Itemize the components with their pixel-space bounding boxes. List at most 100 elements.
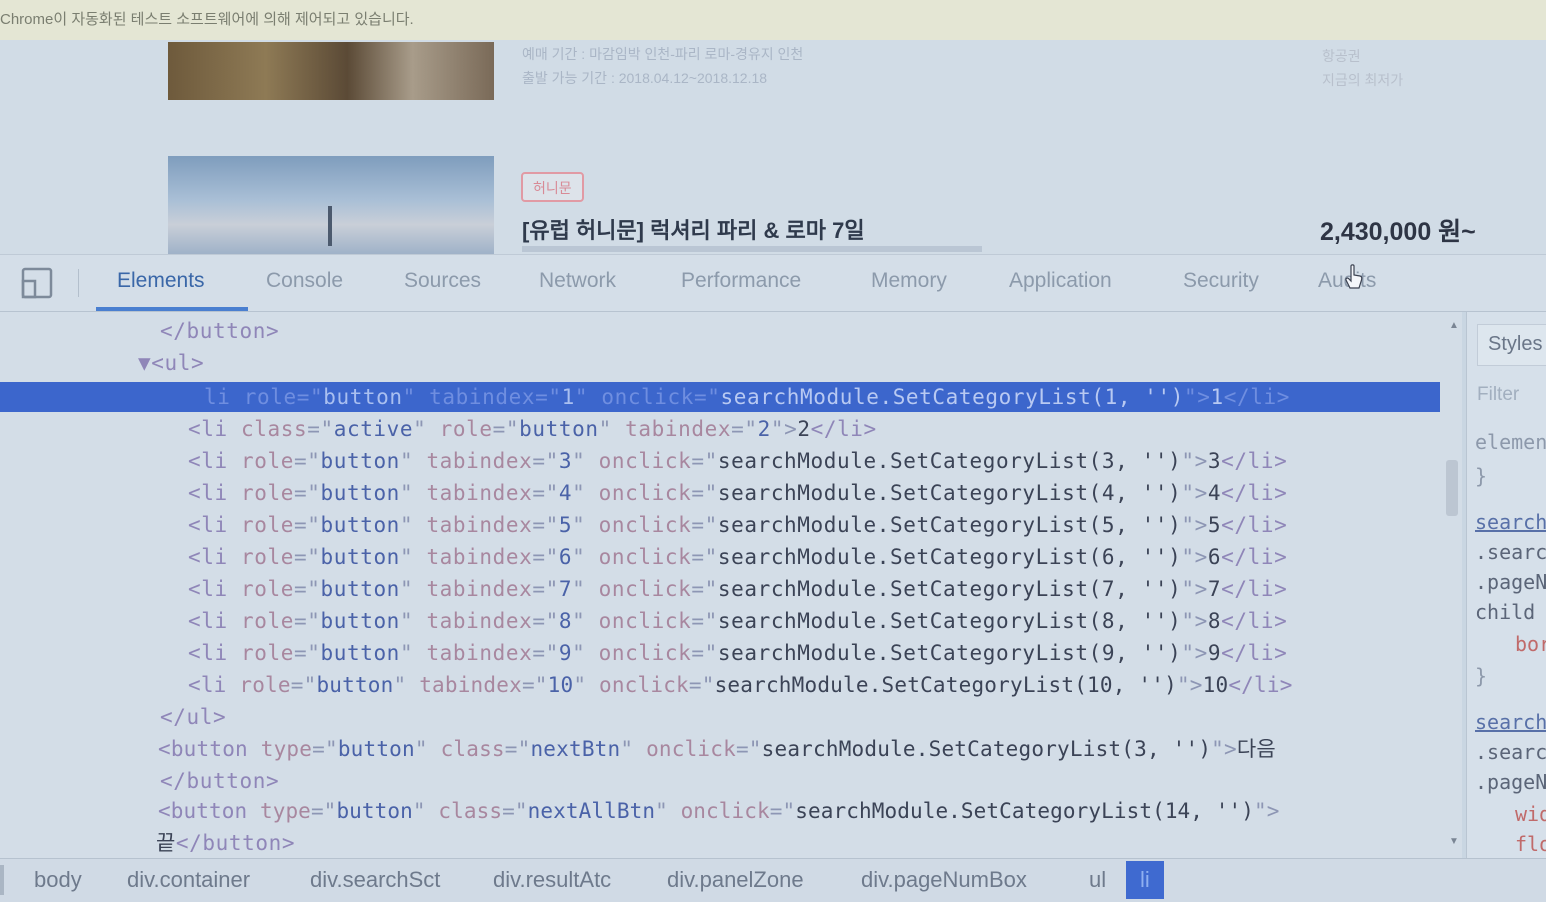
dom-attr-value: button bbox=[320, 513, 400, 537]
tab-styles[interactable]: Styles bbox=[1477, 324, 1546, 366]
dom-attr-value: button bbox=[336, 799, 413, 823]
elements-dom-tree[interactable]: </button> ▼<ul> li role="button" tabinde… bbox=[0, 312, 1462, 858]
tab-network[interactable]: Network bbox=[539, 269, 616, 293]
tab-performance[interactable]: Performance bbox=[681, 269, 801, 293]
faded-text-line bbox=[522, 246, 982, 252]
dom-attr-value: button bbox=[320, 545, 400, 569]
dom-line[interactable]: <li role="button" tabindex="6" onclick="… bbox=[188, 542, 1287, 572]
dom-line[interactable]: 끝</button> bbox=[156, 828, 295, 858]
style-selector: .searchSct bbox=[1475, 540, 1546, 564]
dom-attr-value: 4 bbox=[558, 481, 573, 505]
breadcrumb-panelzone[interactable]: div.panelZone bbox=[667, 867, 804, 893]
breadcrumb-ul[interactable]: ul bbox=[1089, 867, 1106, 893]
breadcrumb-body[interactable]: body bbox=[34, 867, 82, 893]
dom-text: </button> bbox=[175, 831, 296, 855]
dom-tag: " tabindex=" bbox=[402, 385, 562, 409]
dom-line-selected[interactable]: li role="button" tabindex="1" onclick="s… bbox=[0, 382, 1440, 412]
product-title[interactable]: [유럽 허니문] 럭셔리 파리 & 로마 7일 bbox=[522, 213, 865, 245]
tab-application[interactable]: Application bbox=[1009, 269, 1112, 293]
dom-attr-value: 1 bbox=[561, 385, 575, 409]
dom-attr-value: nextBtn bbox=[530, 737, 621, 761]
dom-attr-value: button bbox=[320, 609, 400, 633]
dom-line[interactable]: <li role="button" tabindex="5" onclick="… bbox=[188, 510, 1287, 540]
breadcrumb-resultatc[interactable]: div.resultAtc bbox=[493, 867, 611, 893]
breadcrumb-li-active[interactable]: li bbox=[1126, 861, 1164, 899]
product-1-meta-line2: 출발 가능 기간 : 2018.04.12~2018.12.18 bbox=[522, 70, 768, 86]
dom-content: 끝 bbox=[156, 831, 176, 855]
style-selector: .pageNum bbox=[1475, 770, 1546, 794]
dom-attr-value: 9 bbox=[558, 641, 573, 665]
honeymoon-badge: 허니문 bbox=[521, 172, 584, 202]
style-property[interactable]: width bbox=[1515, 802, 1546, 826]
breadcrumb-container[interactable]: div.container bbox=[127, 867, 250, 893]
product-thumbnail-1[interactable] bbox=[168, 42, 494, 100]
dom-attr-value: button bbox=[337, 737, 415, 761]
dom-line-ul[interactable]: ▼<ul> bbox=[138, 348, 204, 378]
device-toolbar-icon[interactable] bbox=[20, 267, 54, 299]
styles-filter-input[interactable]: Filter bbox=[1477, 384, 1519, 406]
dom-line[interactable]: <li role="button" tabindex="9" onclick="… bbox=[188, 638, 1287, 668]
dom-attr-value: searchModule.SetCategoryList(6, '') bbox=[717, 545, 1182, 569]
dom-line[interactable]: </ul> bbox=[160, 702, 226, 732]
tab-sources[interactable]: Sources bbox=[404, 269, 481, 293]
style-source-link[interactable]: searchSct bbox=[1475, 710, 1546, 734]
tab-console[interactable]: Console bbox=[266, 269, 343, 293]
dom-attr-value: searchModule.SetCategoryList(5, '') bbox=[717, 513, 1182, 537]
style-property[interactable]: border bbox=[1515, 632, 1546, 656]
style-selector: .pageNum bbox=[1475, 570, 1546, 594]
dom-line[interactable]: </button> bbox=[160, 316, 279, 346]
tab-elements[interactable]: Elements bbox=[117, 269, 205, 293]
style-source-link[interactable]: searchSct bbox=[1475, 510, 1546, 534]
style-property[interactable]: float bbox=[1515, 832, 1546, 856]
dom-tag: </li> bbox=[1223, 385, 1291, 409]
dom-line[interactable]: <button type="button" class="nextAllBtn"… bbox=[158, 796, 1280, 826]
scroll-down-icon[interactable]: ▼ bbox=[1449, 836, 1459, 847]
breadcrumb: body div.container div.searchSct div.res… bbox=[0, 858, 1546, 902]
dom-content: 9 bbox=[1207, 641, 1222, 665]
dom-text: </button> bbox=[160, 319, 280, 343]
dom-content: 8 bbox=[1207, 609, 1222, 633]
dom-attr-value: searchModule.SetCategoryList(1, '') bbox=[720, 385, 1185, 409]
dom-attr-value: searchModule.SetCategoryList(10, '') bbox=[714, 673, 1177, 697]
dom-line[interactable]: <li class="active" role="button" tabinde… bbox=[188, 414, 877, 444]
dom-text: </ul> bbox=[160, 705, 227, 729]
product-1-right-line1: 항공권 bbox=[1322, 48, 1361, 64]
breadcrumb-searchsct[interactable]: div.searchSct bbox=[310, 867, 440, 893]
dom-attr-value: button bbox=[320, 481, 400, 505]
tab-security[interactable]: Security bbox=[1183, 269, 1259, 293]
dom-text: </button> bbox=[160, 769, 280, 793]
dom-line[interactable]: </button> bbox=[160, 766, 279, 796]
dom-line[interactable]: <li role="button" tabindex="8" onclick="… bbox=[188, 606, 1287, 636]
dom-line[interactable]: <li role="button" tabindex="3" onclick="… bbox=[188, 446, 1287, 476]
dom-content: 다음 bbox=[1236, 737, 1276, 761]
dom-attr-value: active bbox=[333, 417, 414, 441]
scrollbar-thumb[interactable] bbox=[1446, 460, 1458, 516]
style-selector: child bbox=[1475, 600, 1536, 624]
style-rule-line: element.style { bbox=[1475, 430, 1546, 454]
dom-content: 5 bbox=[1207, 513, 1222, 537]
dom-attr-value: searchModule.SetCategoryList(8, '') bbox=[717, 609, 1182, 633]
dom-line[interactable]: <li role="button" tabindex="4" onclick="… bbox=[188, 478, 1287, 508]
scroll-up-icon[interactable]: ▲ bbox=[1449, 320, 1459, 331]
dom-content: 7 bbox=[1207, 577, 1222, 601]
dom-attr-value: button bbox=[316, 673, 394, 697]
dom-attr-value: searchModule.SetCategoryList(3, '') bbox=[717, 449, 1182, 473]
dom-attr-value: button bbox=[323, 385, 403, 409]
dom-attr-value: 6 bbox=[558, 545, 573, 569]
breadcrumb-pagenumbox[interactable]: div.pageNumBox bbox=[861, 867, 1027, 893]
dom-attr-value: 5 bbox=[558, 513, 573, 537]
dom-line[interactable]: <li role="button" tabindex="10" onclick=… bbox=[188, 670, 1293, 700]
product-thumbnail-2[interactable] bbox=[168, 156, 494, 254]
dom-tag: "> bbox=[1184, 385, 1211, 409]
dom-line[interactable]: <button type="button" class="nextBtn" on… bbox=[158, 734, 1276, 764]
elements-scrollbar[interactable]: ▲ ▼ bbox=[1444, 318, 1462, 852]
style-rule-line: } bbox=[1475, 464, 1488, 488]
tab-memory[interactable]: Memory bbox=[871, 269, 947, 293]
dom-line[interactable]: <li role="button" tabindex="7" onclick="… bbox=[188, 574, 1287, 604]
dom-attr-value: 3 bbox=[558, 449, 573, 473]
dom-attr-value: button bbox=[320, 577, 400, 601]
style-rule-line: } bbox=[1475, 664, 1488, 688]
dom-content: 4 bbox=[1207, 481, 1222, 505]
automation-infobar: Chrome이 자동화된 테스트 소프트웨어에 의해 제어되고 있습니다. bbox=[0, 0, 1546, 40]
dom-tag: " onclick=" bbox=[574, 385, 721, 409]
